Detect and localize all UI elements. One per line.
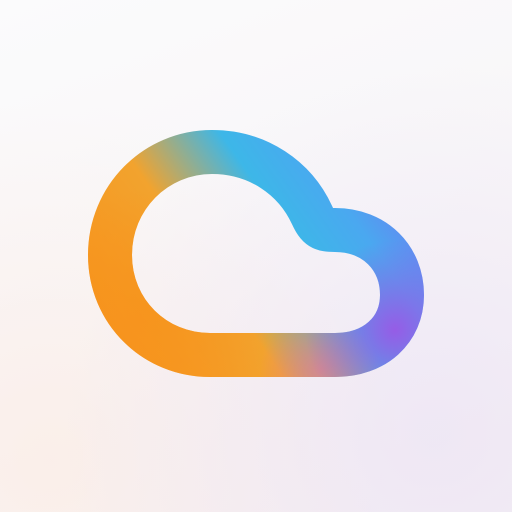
app-icon-background (0, 0, 512, 512)
cloud-icon[interactable] (0, 0, 512, 512)
